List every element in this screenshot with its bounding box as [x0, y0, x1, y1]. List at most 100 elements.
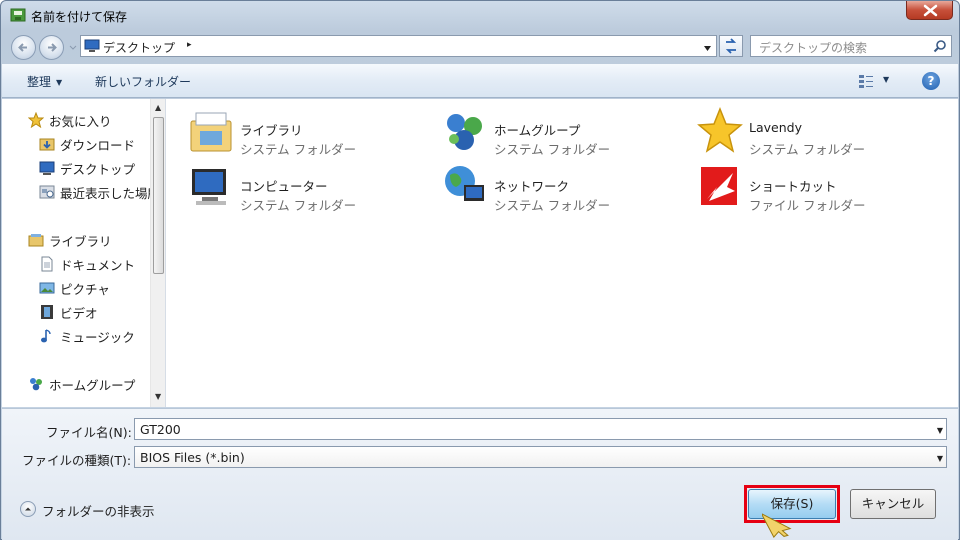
nav-videos[interactable]: ビデオ	[39, 302, 150, 322]
item-homegroup[interactable]: ホームグループ システム フォルダー	[442, 107, 672, 159]
save-dialog-icon	[10, 8, 26, 22]
item-name: ライブラリ	[240, 123, 303, 138]
homegroup-icon	[28, 376, 44, 392]
library-icon	[188, 107, 234, 155]
mouse-pointer-icon	[762, 512, 792, 538]
filename-value: GT200	[140, 422, 181, 437]
nav-label: デスクトップ	[60, 162, 136, 177]
chevron-down-icon[interactable]: ▼	[937, 454, 943, 463]
refresh-button[interactable]	[719, 35, 743, 57]
nav-homegroup[interactable]: ホームグループ	[28, 374, 150, 394]
nav-label: ミュージック	[60, 330, 135, 345]
star-icon	[697, 106, 743, 155]
item-type: システム フォルダー	[749, 142, 866, 157]
organize-menu[interactable]: 整理 ▼	[27, 73, 62, 90]
filename-label: ファイル名(N):	[46, 425, 132, 440]
document-icon	[39, 256, 55, 272]
item-lavendy[interactable]: Lavendy システム フォルダー	[697, 106, 927, 159]
breadcrumb-separator-icon[interactable]: ▸	[187, 40, 192, 50]
recent-pages-dropdown[interactable]	[68, 40, 78, 54]
navigation-bar: デスクトップ ▸ デスクトップの検索	[1, 30, 959, 62]
item-computer[interactable]: コンピューター システム フォルダー	[188, 163, 418, 215]
nav-favorites[interactable]: お気に入り	[28, 110, 150, 130]
scroll-thumb[interactable]	[153, 117, 164, 274]
library-icon	[28, 232, 44, 248]
item-libraries[interactable]: ライブラリ システム フォルダー	[188, 107, 418, 159]
view-options-icon[interactable]	[858, 73, 874, 89]
window-title: 名前を付けて保存	[31, 10, 128, 24]
item-type: システム フォルダー	[240, 142, 357, 157]
filetype-value: BIOS Files (*.bin)	[140, 450, 245, 465]
content-area: お気に入り ダウンロード デスクトップ 最近表示した場所 ライブラリ ドキュメン…	[2, 99, 958, 407]
item-name: ネットワーク	[494, 179, 570, 194]
nav-libraries[interactable]: ライブラリ	[28, 230, 150, 250]
nav-music[interactable]: ミュージック	[39, 326, 150, 346]
search-icon[interactable]	[933, 39, 947, 53]
back-arrow-icon	[18, 43, 27, 52]
search-box[interactable]: デスクトップの検索	[750, 35, 952, 57]
help-icon[interactable]: ?	[922, 72, 940, 90]
address-dropdown-icon[interactable]	[703, 42, 712, 51]
filename-input[interactable]: GT200 ▼	[134, 418, 947, 440]
item-network[interactable]: ネットワーク システム フォルダー	[442, 163, 672, 215]
item-name: ショートカット	[749, 179, 837, 194]
item-shortcut-folder[interactable]: ショートカット ファイル フォルダー	[697, 163, 927, 215]
nav-documents[interactable]: ドキュメント	[39, 254, 150, 274]
downloads-folder-icon	[39, 136, 55, 152]
music-note-icon	[39, 328, 55, 344]
title-bar[interactable]: 名前を付けて保存	[1, 1, 959, 29]
navigation-pane: お気に入り ダウンロード デスクトップ 最近表示した場所 ライブラリ ドキュメン…	[2, 99, 166, 407]
address-bar[interactable]: デスクトップ ▸	[80, 35, 717, 57]
pictures-icon	[39, 280, 55, 296]
organize-label: 整理	[27, 75, 52, 89]
view-dropdown-icon[interactable]: ▼	[883, 75, 889, 84]
nav-label: ピクチャ	[60, 282, 110, 297]
collapse-up-icon	[20, 501, 36, 517]
scroll-down-icon[interactable]: ▼	[155, 392, 161, 401]
item-name: Lavendy	[749, 120, 802, 135]
computer-icon	[188, 163, 234, 211]
item-type: システム フォルダー	[494, 198, 611, 213]
recent-places-icon	[39, 184, 55, 200]
cancel-button[interactable]: キャンセル	[850, 489, 936, 519]
nav-desktop[interactable]: デスクトップ	[39, 158, 150, 178]
forward-button[interactable]	[39, 35, 64, 60]
nav-downloads[interactable]: ダウンロード	[39, 134, 150, 154]
scroll-up-icon[interactable]: ▲	[155, 103, 161, 112]
video-icon	[39, 304, 55, 320]
forward-arrow-icon	[48, 43, 57, 52]
shortcut-folder-icon	[697, 163, 743, 211]
search-placeholder: デスクトップの検索	[759, 41, 868, 55]
item-type: システム フォルダー	[494, 142, 611, 157]
chevron-down-icon: ▼	[56, 78, 63, 87]
item-name: ホームグループ	[494, 123, 581, 138]
save-button-highlight-box	[744, 485, 840, 523]
chevron-down-icon[interactable]: ▼	[937, 426, 943, 435]
nav-label: ダウンロード	[60, 138, 136, 153]
nav-label: ドキュメント	[60, 258, 136, 273]
nav-recent-places[interactable]: 最近表示した場所	[39, 182, 150, 202]
chevron-down-icon	[69, 45, 77, 50]
nav-pane-scrollbar[interactable]: ▲ ▼	[150, 99, 165, 407]
nav-label: ビデオ	[60, 306, 98, 321]
nav-label: お気に入り	[49, 114, 112, 129]
item-type: システム フォルダー	[240, 198, 357, 213]
item-name: コンピューター	[240, 179, 328, 194]
nav-label: ライブラリ	[49, 234, 112, 249]
save-as-dialog: 名前を付けて保存 デスクトップ ▸ デスクトップの検索 整理 ▼ 新しいフォルダ…	[0, 0, 960, 540]
nav-label: 最近表示した場所	[60, 186, 150, 201]
network-icon	[442, 163, 488, 211]
save-options-panel: ファイル名(N): GT200 ▼ ファイルの種類(T): BIOS Files…	[2, 408, 958, 540]
desktop-icon	[84, 39, 100, 53]
filetype-label: ファイルの種類(T):	[22, 453, 132, 468]
refresh-icon	[725, 38, 737, 54]
new-folder-button[interactable]: 新しいフォルダー	[95, 73, 191, 90]
filetype-select[interactable]: BIOS Files (*.bin) ▼	[134, 446, 947, 468]
close-button[interactable]	[906, 1, 953, 20]
nav-pictures[interactable]: ピクチャ	[39, 278, 150, 298]
command-bar: 整理 ▼ 新しいフォルダー ▼ ?	[2, 64, 958, 98]
favorites-star-icon	[28, 111, 45, 129]
homegroup-icon	[442, 107, 488, 155]
address-path[interactable]: デスクトップ	[103, 39, 175, 56]
back-button[interactable]	[11, 35, 36, 60]
